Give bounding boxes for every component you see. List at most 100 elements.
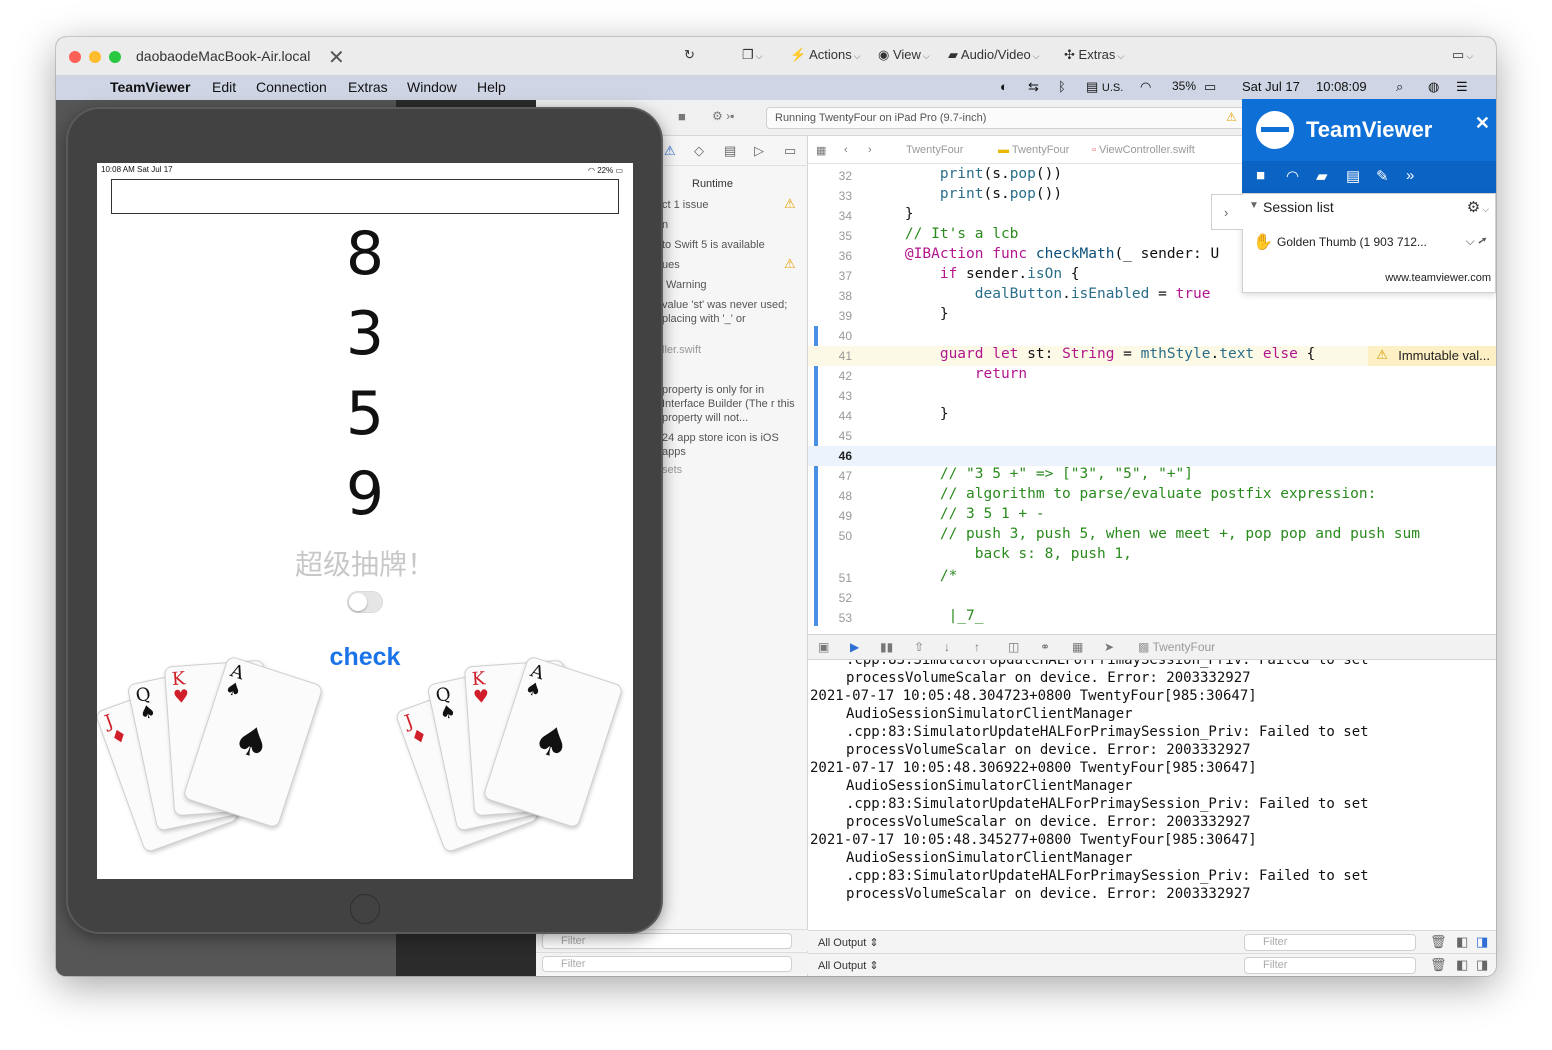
step-out-icon[interactable]: ↑ — [974, 640, 980, 654]
code-line[interactable]: back s: 8, push 1, — [808, 546, 1496, 566]
left-pane-icon[interactable]: ◧ — [1456, 934, 1468, 950]
siri-icon[interactable]: ◍ — [1428, 79, 1439, 95]
issue-item[interactable]: ues — [662, 258, 802, 272]
output-selector[interactable]: All Output ⇕ — [818, 936, 879, 949]
code-line[interactable]: 49 // 3 5 1 + - — [808, 506, 1496, 526]
control-center-icon[interactable]: ☰ — [1456, 79, 1468, 95]
code-line[interactable]: 40 — [808, 326, 1496, 346]
trash-icon[interactable]: 🗑 — [1430, 934, 1447, 950]
playing-cards-right[interactable]: J ♦ Q ♠ K ♥ A ♠ ♠ — [394, 651, 626, 871]
report-navigator-icon[interactable]: ▭ — [784, 143, 796, 159]
code-line[interactable]: 53 |_7_ — [808, 608, 1496, 628]
debug-target[interactable]: ▩ TwentyFour — [1138, 640, 1215, 654]
ipad-screen[interactable]: 10:08 AM Sat Jul 17 ◠ 22% ▭ 8 3 5 9 超级抽牌… — [97, 163, 633, 879]
issue-item[interactable]: Warning — [666, 278, 806, 292]
view-menu[interactable]: ◉ View ⌵ — [878, 47, 930, 63]
step-into-icon[interactable]: ↓ — [944, 640, 950, 654]
right-pane-icon[interactable]: ◨ — [1476, 934, 1488, 950]
whiteboard-icon[interactable]: ✎ — [1376, 167, 1389, 185]
forward-chevron-icon[interactable]: › — [868, 144, 872, 156]
issue-item[interactable]: to Swift 5 is available — [662, 238, 802, 252]
code-line[interactable]: 48 // algorithm to parse/evaluate postfi… — [808, 486, 1496, 506]
collapse-triangle-icon[interactable]: ▼ — [1249, 200, 1259, 211]
teamviewer-link[interactable]: www.teamviewer.com — [1385, 272, 1491, 284]
code-line[interactable]: 45 — [808, 426, 1496, 446]
menu-window[interactable]: Window — [407, 79, 457, 95]
jumpbar-file[interactable]: ▫ ViewController.swift — [1092, 144, 1195, 156]
issue-file[interactable]: ller.swift — [662, 343, 802, 357]
window-minimize-button[interactable] — [89, 51, 101, 63]
left-pane-icon[interactable]: ◧ — [1456, 957, 1468, 973]
status-app-icon[interactable]: ◐ — [1000, 79, 1008, 94]
view-hierarchy-icon[interactable]: ◫ — [1008, 640, 1019, 654]
chat-icon[interactable]: ▰ — [1316, 167, 1328, 185]
window-close-button[interactable] — [69, 51, 81, 63]
right-pane-icon[interactable]: ◨ — [1476, 957, 1488, 973]
session-actions[interactable]: ⌵ ➚ — [1466, 234, 1487, 249]
code-line[interactable]: 51 /* — [808, 568, 1496, 588]
refresh-icon[interactable]: ↻ — [684, 47, 695, 63]
gear-icon[interactable]: ⚙ ⌵ — [1467, 198, 1489, 216]
code-line[interactable]: 46 — [808, 446, 1496, 466]
code-line[interactable]: 50 // push 3, push 5, when we meet +, po… — [808, 526, 1496, 546]
playing-cards-left[interactable]: J ♦ Q ♠ K ♥ A ♠ ♠ — [97, 651, 326, 871]
issue-file[interactable]: sets — [662, 463, 802, 477]
issue-item[interactable]: n — [662, 218, 802, 232]
wifi-icon[interactable]: ◠ — [1140, 79, 1151, 95]
more-icon[interactable]: » — [1406, 167, 1414, 184]
close-icon[interactable]: ✕ — [1475, 113, 1490, 134]
headset-icon[interactable]: ◠ — [1286, 167, 1299, 185]
runtime-tab[interactable]: Runtime — [692, 178, 733, 190]
extras-menu[interactable]: ✣ Extras ⌵ — [1064, 47, 1124, 63]
issue-item[interactable]: value 'st' was never used; placing with … — [662, 298, 802, 326]
code-line[interactable]: 47 // "3 5 +" => ["3", "5", "+"] — [808, 466, 1496, 486]
home-button[interactable] — [350, 894, 380, 924]
trash-icon[interactable]: 🗑 — [1430, 957, 1447, 973]
stop-icon[interactable]: ■ — [678, 109, 686, 124]
back-chevron-icon[interactable]: ‹ — [844, 144, 848, 156]
menu-teamviewer[interactable]: TeamViewer — [110, 79, 190, 95]
jumpbar-group[interactable]: ▬ TwentyFour — [998, 144, 1069, 156]
math-switch[interactable] — [347, 591, 383, 613]
jumpbar-project[interactable]: TwentyFour — [906, 144, 963, 156]
breakpoints-toggle-icon[interactable]: ▶ — [850, 640, 859, 654]
debug-navigator-icon[interactable]: ▤ — [724, 143, 736, 159]
breakpoint-navigator-icon[interactable]: ▷ — [754, 143, 764, 159]
navigator-filter-input-2[interactable]: Filter — [542, 956, 792, 972]
related-items-icon[interactable]: ▦ — [816, 144, 826, 157]
window-layout-icon[interactable]: ▭ ⌵ — [1452, 47, 1473, 63]
actions-menu[interactable]: ⚡ Actions ⌵ — [790, 47, 861, 63]
menu-connection[interactable]: Connection — [256, 79, 327, 95]
code-line[interactable]: 42 return — [808, 366, 1496, 386]
console-filter-input-2[interactable]: Filter — [1244, 957, 1416, 974]
simulate-location-icon[interactable]: ➤ — [1104, 640, 1114, 654]
menubar-time[interactable]: 10:08:09 — [1316, 79, 1367, 94]
issue-item[interactable]: property is only for in Interface Builde… — [662, 383, 802, 425]
scheme-selector[interactable]: ⚙ ›▪ — [712, 109, 734, 123]
issue-item[interactable]: ct 1 issue — [662, 198, 802, 212]
code-line[interactable]: 39 } — [808, 306, 1496, 326]
code-line[interactable]: 43 — [808, 386, 1496, 406]
menu-edit[interactable]: Edit — [212, 79, 236, 95]
chevron-right-icon[interactable]: › — [1211, 194, 1243, 230]
issue-item[interactable]: 24 app store icon is iOS apps — [662, 431, 802, 459]
environment-overrides-icon[interactable]: ▦ — [1072, 640, 1083, 654]
video-icon[interactable]: ■ — [1256, 167, 1265, 184]
session-item[interactable]: Golden Thumb (1 903 712... — [1277, 235, 1427, 249]
navigator-filter-input[interactable]: Filter — [542, 933, 792, 949]
code-line[interactable]: 41 guard let st: String = mthStyle.text … — [808, 346, 1496, 366]
bluetooth-icon[interactable]: ᛒ — [1058, 79, 1066, 94]
menu-extras[interactable]: Extras — [348, 79, 388, 95]
battery-icon[interactable]: ▭ — [1204, 79, 1216, 95]
window-zoom-button[interactable] — [109, 51, 121, 63]
teamviewer-status-icon[interactable]: ⇆ — [1028, 79, 1039, 95]
issue-navigator-icon[interactable]: ⚠ — [664, 143, 676, 159]
pause-icon[interactable]: ▮▮ — [880, 640, 893, 654]
warning-icon[interactable]: ⚠ — [1226, 110, 1237, 124]
console-filter-input[interactable]: Filter — [1244, 934, 1416, 951]
hide-debug-area-icon[interactable]: ▣ — [818, 640, 829, 654]
expression-text-field[interactable] — [111, 179, 619, 214]
test-navigator-icon[interactable]: ◇ — [694, 143, 704, 159]
spotlight-search-icon[interactable]: ⌕ — [1396, 79, 1403, 95]
code-line[interactable]: 44 } — [808, 406, 1496, 426]
